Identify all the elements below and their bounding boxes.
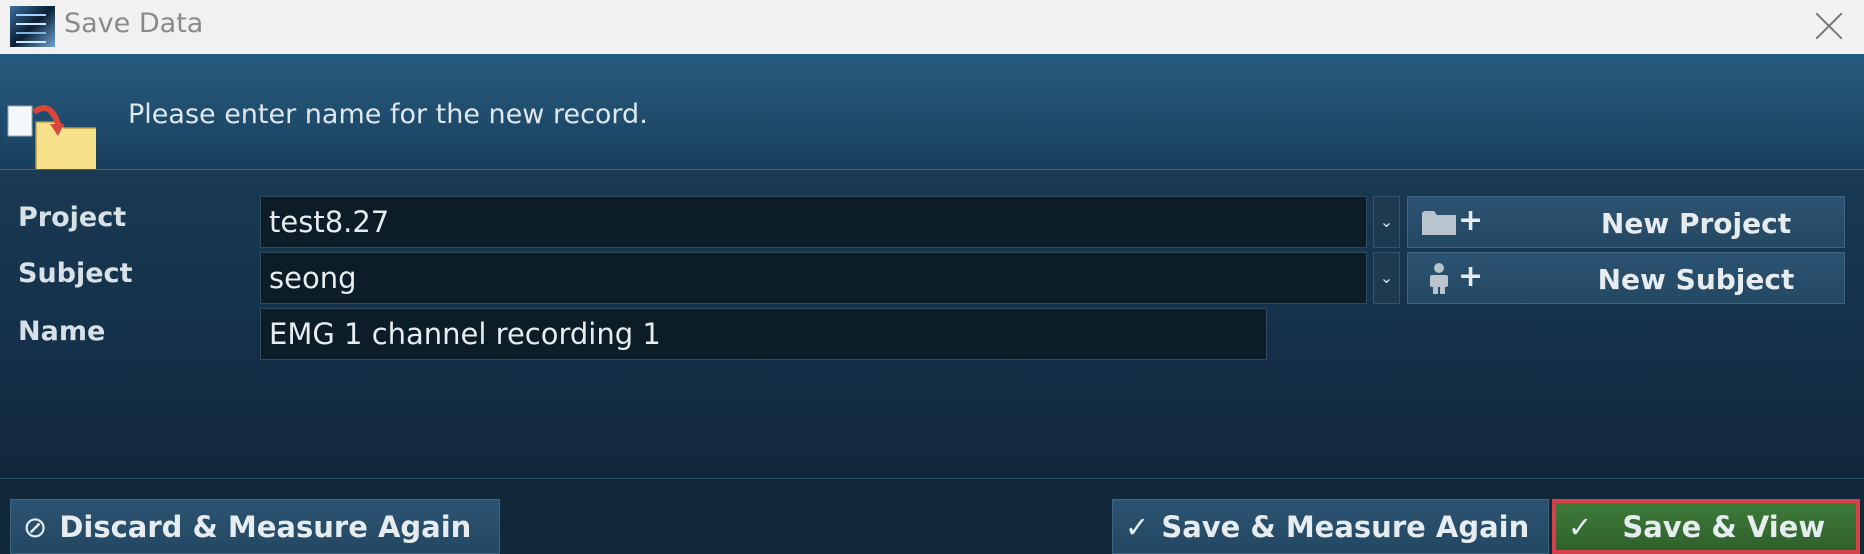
title-bar: Save Data (0, 0, 1864, 54)
plus-icon: + (1458, 259, 1484, 294)
name-label: Name (18, 316, 106, 347)
save-measure-again-button[interactable]: ✓ Save & Measure Again (1112, 499, 1549, 554)
instruction-text: Please enter name for the new record. (128, 99, 648, 130)
project-label: Project (18, 202, 127, 233)
save-view-button[interactable]: ✓ Save & View (1552, 499, 1860, 554)
close-icon[interactable] (1813, 8, 1845, 40)
subject-field[interactable] (260, 252, 1367, 304)
person-icon (1430, 263, 1448, 294)
project-field[interactable] (260, 196, 1367, 248)
subject-label: Subject (18, 258, 133, 289)
discard-label: Discard & Measure Again (59, 509, 472, 544)
save-view-label: Save & View (1622, 509, 1826, 544)
form-panel: Project ⌄ + New Project Subject ⌄ + New … (0, 170, 1864, 478)
prohibit-icon: ⊘ (23, 509, 48, 544)
project-dropdown-button[interactable]: ⌄ (1373, 196, 1400, 248)
subject-dropdown-button[interactable]: ⌄ (1373, 252, 1400, 304)
window-title: Save Data (64, 8, 204, 39)
footer-bar: ⊘ Discard & Measure Again ✓ Save & Measu… (0, 479, 1864, 554)
chevron-down-icon: ⌄ (1379, 268, 1394, 287)
header-panel: Please enter name for the new record. (0, 54, 1864, 177)
app-logo-icon (10, 6, 55, 47)
folder-icon (1422, 211, 1456, 235)
save-measure-label: Save & Measure Again (1161, 509, 1530, 544)
record-name-field[interactable] (260, 308, 1267, 360)
new-record-folder-icon (7, 105, 96, 177)
new-project-button[interactable]: + New Project (1407, 196, 1845, 248)
discard-measure-again-button[interactable]: ⊘ Discard & Measure Again (10, 499, 500, 554)
plus-icon: + (1458, 203, 1484, 238)
check-icon: ✓ (1568, 509, 1593, 544)
chevron-down-icon: ⌄ (1379, 212, 1394, 231)
check-icon: ✓ (1125, 509, 1150, 544)
new-subject-label: New Subject (1597, 263, 1795, 296)
new-project-label: New Project (1600, 207, 1792, 240)
new-subject-button[interactable]: + New Subject (1407, 252, 1845, 304)
